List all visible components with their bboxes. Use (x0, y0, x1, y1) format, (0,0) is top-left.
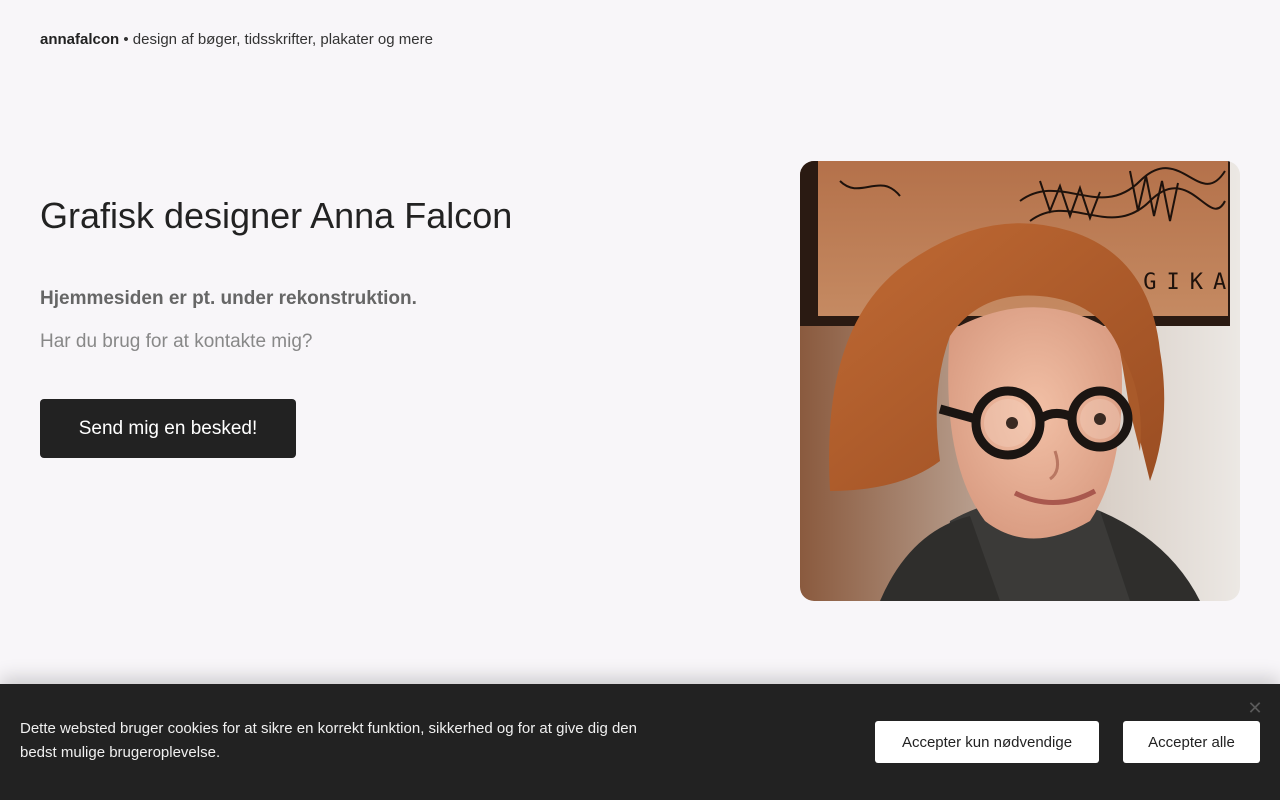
cookie-message: Dette websted bruger cookies for at sikr… (20, 720, 637, 761)
construction-notice: Hjemmesiden er pt. under rekonstruktion. (40, 288, 417, 309)
page-title: Grafisk designer Anna Falcon (40, 195, 513, 236)
accept-necessary-button[interactable]: Accepter kun nødvendige (875, 721, 1099, 763)
close-icon[interactable]: ✕ (1246, 699, 1264, 717)
contact-question: Har du brug for at kontakte mig? (40, 331, 313, 352)
portrait-photo: AGIKA (800, 161, 1240, 601)
send-message-button[interactable]: Send mig en besked! (40, 399, 296, 458)
brand-separator: • (123, 31, 129, 48)
page: annafalcon • design af bøger, tidsskrift… (0, 0, 1280, 800)
accept-all-button[interactable]: Accepter alle (1123, 721, 1260, 763)
brand-tagline: design af bøger, tidsskrifter, plakater … (132, 31, 433, 48)
site-header: annafalcon • design af bøger, tidsskrift… (40, 31, 433, 49)
brand-name[interactable]: annafalcon (40, 31, 119, 48)
